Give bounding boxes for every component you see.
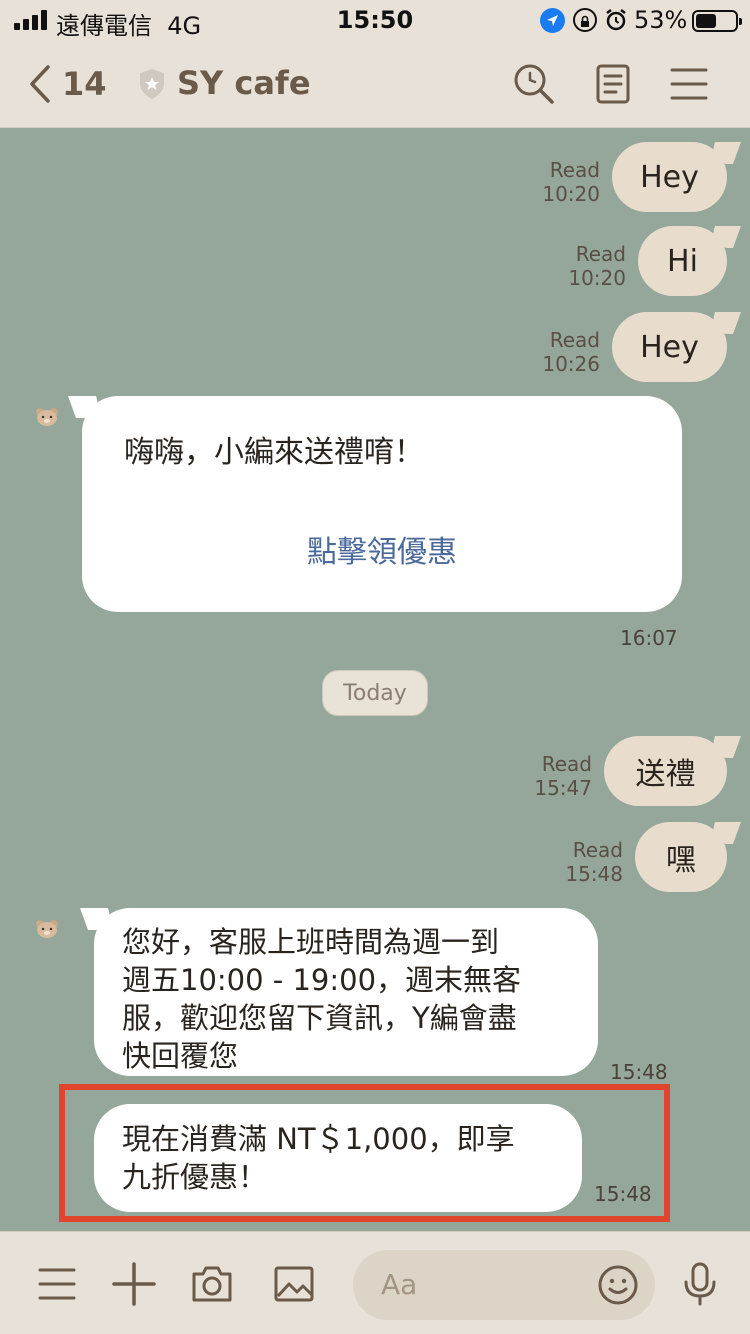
outgoing-message[interactable]: 嘿 [635,822,727,892]
image-icon [274,1266,314,1302]
highlight-box [59,1084,670,1222]
emoji-button[interactable] [597,1264,639,1306]
chevron-left-icon [30,65,50,103]
promo-card-text: 嗨嗨，小編來送禮唷！ [124,435,424,470]
emoji-smile-icon [598,1265,638,1305]
message-meta: Read 10:26 [542,328,600,376]
notes-icon [596,64,630,104]
battery-icon [692,10,742,32]
message-meta: Read 15:48 [565,838,623,886]
message-line: 服，歡迎您留下資訊，Y編會盡 [122,1001,517,1035]
chat-title: SY cafe [177,64,311,102]
message-time: 16:07 [620,626,678,650]
promo-card: 嗨嗨，小編來送禮唷！ 點擊領優惠 [82,396,682,612]
message-line: 快回覆您 [122,1039,239,1073]
battery-level-fill [696,14,716,28]
incoming-message[interactable]: 您好，客服上班時間為週一到 週五10:00 - 19:00，週末無客 服，歡迎您… [94,908,598,1076]
message-time: 15:48 [610,1060,668,1084]
list-icon [38,1268,76,1300]
menu-toggle-button[interactable] [36,1262,80,1306]
message-meta: Read 10:20 [542,158,600,206]
composer-bar [0,1231,750,1334]
date-divider: Today [322,670,428,716]
add-button[interactable] [112,1262,156,1306]
outgoing-message[interactable]: Hey [612,142,727,212]
notes-button[interactable] [592,62,636,106]
message-meta: Read 10:20 [568,242,626,290]
camera-icon [192,1266,232,1302]
chat-header: 14 SY cafe [0,42,750,128]
photo-button[interactable] [272,1262,316,1306]
outgoing-message[interactable]: Hey [612,312,727,382]
unread-count: 14 [62,65,107,103]
message-line: 您好，客服上班時間為週一到 [122,925,500,959]
rotation-lock-icon [573,8,597,32]
claim-offer-link[interactable]: 點擊領優惠 [82,534,682,572]
message-meta: Read 15:47 [534,752,592,800]
message-input-field[interactable] [353,1250,655,1320]
search-icon [514,64,554,104]
alarm-icon [604,8,628,32]
message-input[interactable] [381,1264,581,1304]
verified-shield-icon [140,69,164,99]
battery-percentage: 53% [634,6,688,34]
menu-button[interactable] [668,62,712,106]
message-line: 週五10:00 - 19:00，週末無客 [122,963,522,997]
hamburger-menu-icon [670,68,708,100]
back-button[interactable]: 14 [28,64,107,104]
plus-icon [112,1262,156,1306]
outgoing-message[interactable]: Hi [638,226,727,296]
chat-history[interactable]: Read 10:20 Hey Read 10:20 Hi Read 10:26 … [0,128,750,1231]
bear-avatar-icon[interactable] [34,406,60,438]
microphone-icon [684,1262,716,1306]
voice-button[interactable] [678,1262,722,1306]
camera-button[interactable] [190,1262,234,1306]
location-arrow-icon [540,8,565,33]
bear-avatar-icon[interactable] [34,918,60,950]
status-bar: 遠傳電信 4G 15:50 53% [0,0,750,42]
search-button[interactable] [512,62,556,106]
outgoing-message[interactable]: 送禮 [604,736,727,806]
